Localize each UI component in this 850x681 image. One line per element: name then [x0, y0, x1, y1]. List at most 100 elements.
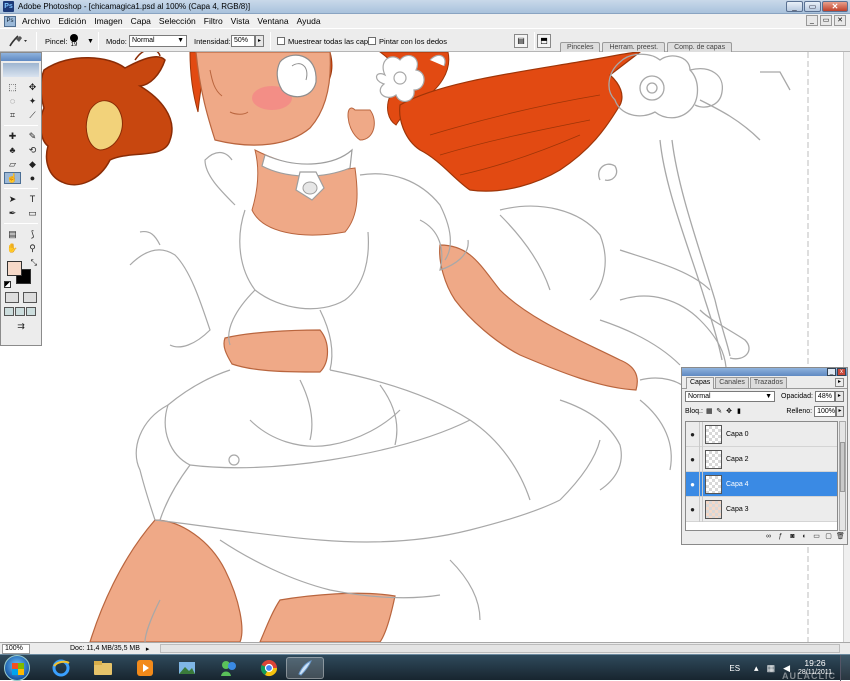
layer-name[interactable]: Capa 4 — [726, 481, 749, 488]
dodge-tool-icon[interactable]: ● — [24, 172, 41, 184]
screen-mode-full-button[interactable] — [26, 307, 36, 316]
info-menu-arrow[interactable]: ▸ — [146, 645, 150, 653]
new-layer-icon[interactable]: ▢ — [824, 532, 833, 541]
paint-bucket-tool-icon[interactable]: ◆ — [24, 158, 41, 170]
finger-painting-option[interactable]: Pintar con los dedos — [368, 29, 447, 53]
doc-minimize-button[interactable]: _ — [806, 15, 818, 26]
pen-tool-icon[interactable]: ✒ — [4, 207, 21, 219]
show-desktop-button[interactable] — [840, 655, 850, 681]
mode-select[interactable]: Normal ▼ — [129, 35, 187, 47]
crop-tool-icon[interactable]: ⌗ — [4, 109, 21, 121]
photo-app-icon[interactable] — [168, 657, 206, 679]
swap-colors-icon[interactable]: ⤡ — [31, 258, 37, 268]
hand-tool-icon[interactable]: ✋ — [4, 242, 21, 254]
folder-icon[interactable] — [84, 657, 122, 679]
lock-position-icon[interactable]: ✥ — [726, 408, 733, 416]
menu-filtro[interactable]: Filtro — [200, 16, 227, 26]
brush-tool-icon[interactable]: ✎ — [24, 130, 41, 142]
layer-thumbnail[interactable] — [705, 449, 722, 469]
intensity-field[interactable]: 50% — [231, 35, 255, 47]
shape-tool-icon[interactable]: ▭ — [24, 207, 41, 219]
language-indicator[interactable]: ES — [729, 664, 740, 673]
clone-stamp-tool-icon[interactable]: ♣ — [4, 144, 21, 156]
panel-minimize-button[interactable]: _ — [827, 368, 836, 376]
doc-restore-button[interactable]: ▭ — [820, 15, 832, 26]
mask-icon[interactable]: ◙ — [788, 532, 797, 541]
notes-tool-icon[interactable]: ▤ — [4, 228, 21, 240]
menu-ayuda[interactable]: Ayuda — [293, 16, 325, 26]
link-icon[interactable]: ∞ — [764, 532, 773, 541]
layer-row[interactable]: ● Capa 3 — [686, 496, 837, 522]
media-player-icon[interactable] — [126, 657, 164, 679]
start-button[interactable] — [4, 655, 30, 681]
tab-capas[interactable]: Capas — [686, 377, 715, 389]
opacity-slider-button[interactable]: ▸ — [834, 391, 844, 402]
marquee-tool-icon[interactable]: ⬚ — [4, 81, 21, 93]
layer-thumbnail[interactable] — [705, 424, 722, 444]
type-tool-icon[interactable]: T — [24, 193, 41, 205]
zoom-tool-icon[interactable]: ⚲ — [24, 242, 41, 254]
fill-slider-button[interactable]: ▸ — [836, 406, 845, 417]
layer-link-cell[interactable] — [700, 422, 703, 447]
healing-brush-tool-icon[interactable]: ✚ — [4, 130, 21, 142]
path-selection-tool-icon[interactable]: ➤ — [4, 193, 21, 205]
document-icon[interactable]: Ps — [4, 15, 16, 27]
layer-thumbnail[interactable] — [705, 499, 722, 519]
lock-pixels-icon[interactable]: ✎ — [716, 408, 723, 416]
jump-to-imageready-icon[interactable]: ⇉ — [4, 320, 38, 332]
palette-well-icon[interactable]: ⬒ — [537, 34, 551, 48]
show-hidden-icons-icon[interactable]: ▴ — [754, 663, 759, 674]
fill-field[interactable]: 100% — [814, 406, 836, 417]
tab-trazados[interactable]: Trazados — [749, 377, 787, 388]
panel-close-button[interactable]: x — [837, 368, 846, 376]
screen-mode-standard-button[interactable] — [4, 307, 14, 316]
minimize-button[interactable]: _ — [786, 1, 803, 12]
trash-icon[interactable]: 🗑 — [836, 532, 845, 541]
visibility-eye-icon[interactable]: ● — [686, 496, 700, 522]
lock-all-icon[interactable]: ▮ — [736, 408, 743, 416]
menu-edicion[interactable]: Edición — [54, 16, 90, 26]
sample-all-layers-checkbox[interactable] — [277, 37, 285, 45]
layers-scrollbar[interactable] — [839, 421, 846, 531]
lasso-tool-icon[interactable]: ◌ — [4, 95, 21, 107]
group-icon[interactable]: ▭ — [812, 532, 821, 541]
smudge-tool-icon[interactable]: ☝ — [4, 172, 21, 184]
slice-tool-icon[interactable]: ⟋ — [24, 109, 41, 121]
menu-vista[interactable]: Vista — [227, 16, 254, 26]
sample-all-layers-option[interactable]: Muestrear todas las capas — [277, 29, 376, 53]
fx-icon[interactable]: ƒ — [776, 532, 785, 541]
network-icon[interactable]: ▦ — [767, 663, 776, 674]
layer-link-cell[interactable] — [700, 496, 703, 522]
history-brush-tool-icon[interactable]: ⟲ — [24, 144, 41, 156]
layer-row-selected[interactable]: ● Capa 4 — [686, 471, 837, 497]
internet-explorer-icon[interactable] — [42, 657, 80, 679]
chrome-icon[interactable] — [250, 657, 288, 679]
tools-panel-grip[interactable] — [1, 53, 41, 61]
layer-name[interactable]: Capa 0 — [726, 431, 749, 438]
visibility-eye-icon[interactable]: ● — [686, 446, 700, 472]
layer-link-cell[interactable] — [700, 471, 703, 497]
menu-archivo[interactable]: Archivo — [18, 16, 54, 26]
photoshop-icon[interactable] — [286, 657, 324, 679]
close-button[interactable]: ✕ — [822, 1, 848, 12]
layer-link-cell[interactable] — [700, 446, 703, 472]
doc-close-button[interactable]: ✕ — [834, 15, 846, 26]
finger-painting-checkbox[interactable] — [368, 37, 376, 45]
tab-canales[interactable]: Canales — [715, 377, 749, 388]
panel-menu-icon[interactable]: ▸ — [835, 378, 844, 387]
messenger-icon[interactable] — [210, 657, 248, 679]
layer-row[interactable]: ● Capa 2 — [686, 446, 837, 472]
document-info[interactable]: Doc: 11,4 MB/35,5 MB — [70, 645, 140, 652]
canvas-vertical-scrollbar[interactable] — [843, 52, 850, 642]
visibility-eye-icon[interactable]: ● — [686, 422, 700, 447]
document-canvas[interactable] — [0, 52, 843, 642]
adjustment-icon[interactable]: ◐ — [800, 532, 809, 541]
default-colors-icon[interactable] — [4, 281, 11, 288]
layer-row[interactable]: ● Capa 0 — [686, 422, 837, 447]
quick-mask-mode-button[interactable] — [23, 292, 37, 303]
opacity-field[interactable]: 48% — [814, 391, 835, 402]
blend-mode-select[interactable]: Normal ▼ — [685, 391, 775, 402]
screen-mode-full-menu-button[interactable] — [15, 307, 25, 316]
intensity-slider-button[interactable]: ▸ — [255, 35, 264, 47]
canvas-horizontal-scrollbar[interactable] — [160, 644, 840, 653]
